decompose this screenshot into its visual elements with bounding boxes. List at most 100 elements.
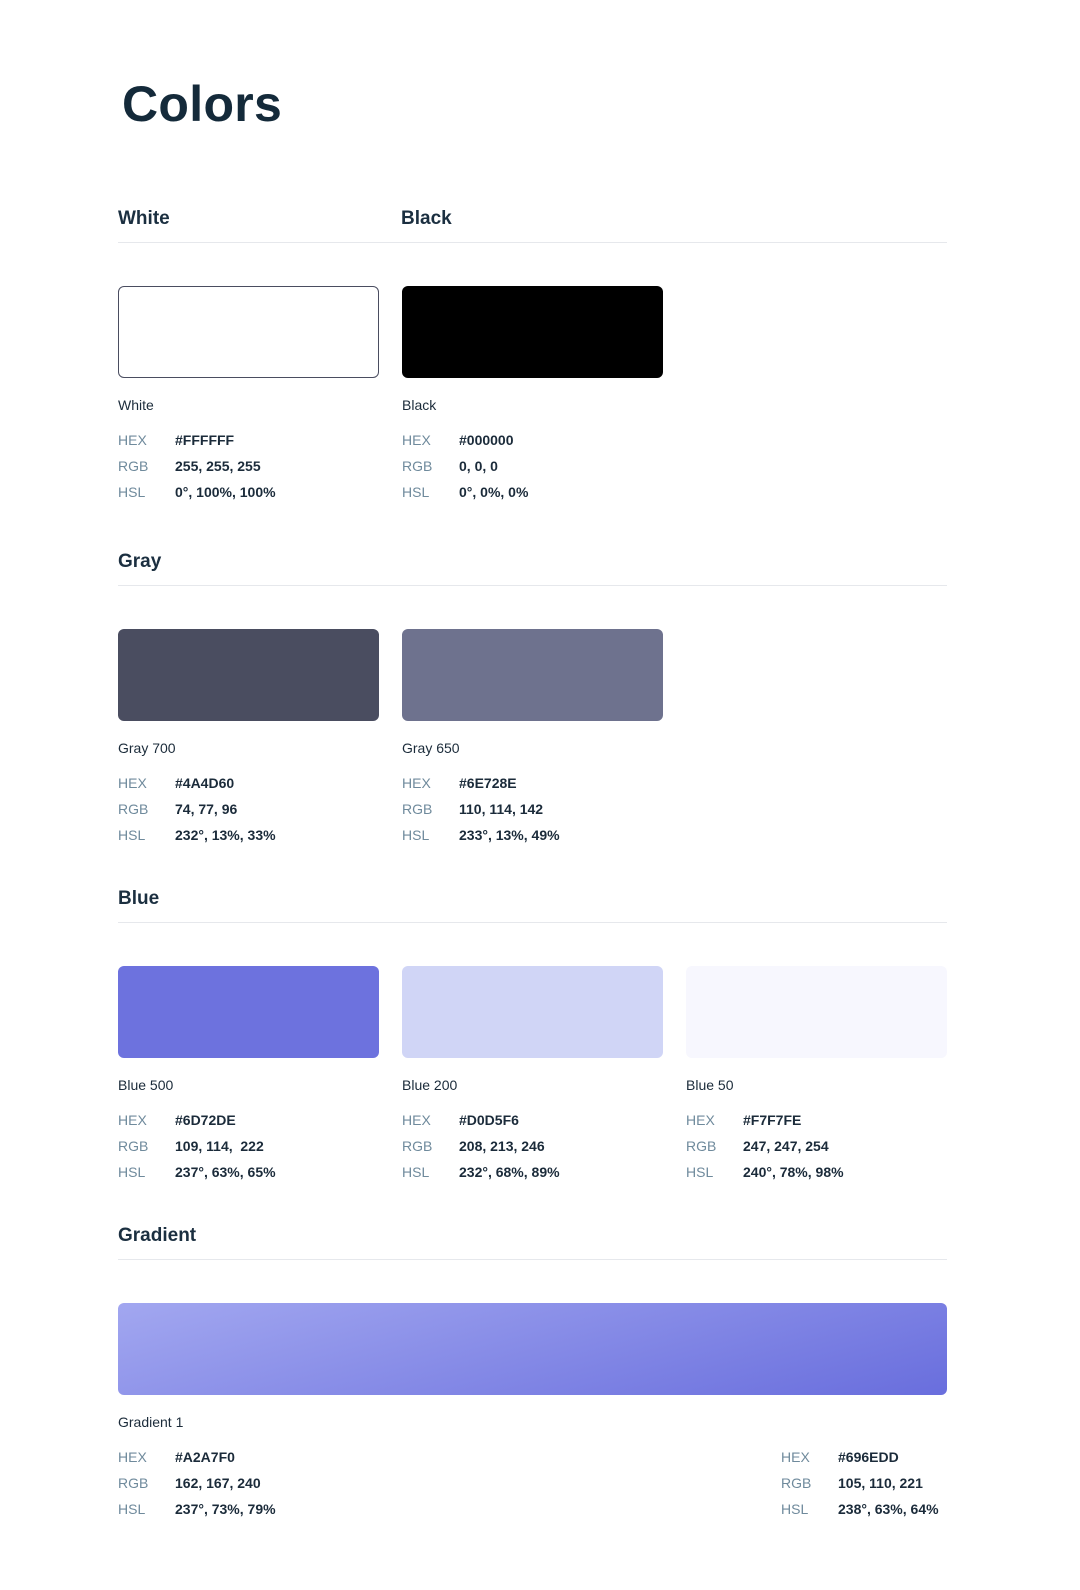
color-specs: HEX #F7F7FE RGB 247, 247, 254 HSL 240°, 78%… [686,1111,947,1189]
hsl-label: HSL [118,1164,146,1180]
rgb-row: RGB 0, 0, 0 [402,457,663,483]
section-header: Gradient [118,1225,947,1303]
color-swatch-white [118,286,379,378]
hex-value: #6E728E [459,775,517,791]
color-card-gray-700: Gray 700 HEX #4A4D60 RGB 74, 77, 96 HSL 232… [118,629,379,852]
gradient-swatch [118,1303,947,1395]
hex-row: HEX #000000 [402,431,663,457]
color-swatch-gray-700 [118,629,379,721]
color-swatch-blue-200 [402,966,663,1058]
gradient-name: Gradient 1 [118,1414,184,1430]
hsl-label: HSL [781,1501,809,1517]
hex-label: HEX [402,432,431,448]
hsl-row: HSL 237°, 63%, 65% [118,1163,379,1189]
hsl-label: HSL [118,1501,146,1517]
hsl-row: HSL 238°, 63%, 64% [781,1500,939,1526]
swatch-name: Blue 50 [686,1077,734,1093]
rgb-row: RGB 255, 255, 255 [118,457,379,483]
gradient-end-specs: HEX #696EDD RGB 105, 110, 221 HSL 238°, 63%… [781,1448,939,1526]
rgb-value: 110, 114, 142 [459,801,544,817]
section-title-blue: Blue [118,888,160,909]
color-specs: HEX #6E728E RGB 110, 114, 142 HSL 233°, 13%… [402,774,663,852]
rgb-label: RGB [118,1138,149,1154]
rgb-row: RGB 162, 167, 240 [118,1474,276,1500]
gradient-start-specs: HEX #A2A7F0 RGB 162, 167, 240 HSL 237°, 73%… [118,1448,276,1526]
hex-row: HEX #6E728E [402,774,663,800]
rgb-row: RGB 74, 77, 96 [118,800,379,826]
hex-row: HEX #696EDD [781,1448,939,1474]
section-header: Gray [118,551,947,629]
rgb-label: RGB [686,1138,717,1154]
rgb-label: RGB [118,458,149,474]
hsl-row: HSL 237°, 73%, 79% [118,1500,276,1526]
rgb-row: RGB 109, 114, 222 [118,1137,379,1163]
hex-row: HEX #F7F7FE [686,1111,947,1137]
hsl-label: HSL [402,1164,430,1180]
rgb-label: RGB [402,1138,433,1154]
hex-label: HEX [118,1449,147,1465]
color-specs: HEX #6D72DE RGB 109, 114, 222 HSL 237°, 63%… [118,1111,379,1189]
hex-label: HEX [118,775,147,791]
color-card-blue-50: Blue 50 HEX #F7F7FE RGB 247, 247, 254 HSL 2… [686,966,947,1189]
gradient-specs: HEX #A2A7F0 RGB 162, 167, 240 HSL 237°, 73%… [118,1448,947,1538]
hex-value: #4A4D60 [175,775,235,791]
rgb-value: 255, 255, 255 [175,458,261,474]
hsl-label: HSL [402,484,430,500]
color-card-blue-200: Blue 200 HEX #D0D5F6 RGB 208, 213, 246 HSL… [402,966,663,1189]
hex-value: #A2A7F0 [175,1449,235,1465]
section-header: Blue [118,888,947,966]
page-title: Colors [122,76,283,132]
hsl-row: HSL 232°, 68%, 89% [402,1163,663,1189]
rgb-value: 208, 213, 246 [459,1138,545,1154]
rgb-value: 247, 247, 254 [743,1138,829,1154]
swatch-name: Blue 500 [118,1077,174,1093]
rgb-label: RGB [781,1475,812,1491]
section-divider [118,922,947,923]
rgb-row: RGB 110, 114, 142 [402,800,663,826]
color-card-black: Black HEX #000000 RGB 0, 0, 0 HSL 0°, 0%, 0… [402,286,663,509]
section-gradient: Gradient Gradient 1 HEX #A2A7F0 RGB 162, 1… [118,1225,947,1538]
rgb-row: RGB 247, 247, 254 [686,1137,947,1163]
hex-label: HEX [118,1112,147,1128]
hex-label: HEX [118,432,147,448]
swatch-name: Gray 700 [118,740,176,756]
hsl-value: 237°, 73%, 79% [175,1501,276,1517]
hex-row: HEX #6D72DE [118,1111,379,1137]
color-specs: HEX #4A4D60 RGB 74, 77, 96 HSL 232°, 13%, 3… [118,774,379,852]
hex-value: #F7F7FE [743,1112,802,1128]
rgb-label: RGB [118,1475,149,1491]
swatch-name: White [118,397,154,413]
rgb-value: 74, 77, 96 [175,801,238,817]
section-blue: Blue Blue 500 HEX #6D72DE RGB 109, 114, 22… [118,888,947,1196]
color-swatch-black [402,286,663,378]
color-specs: HEX #D0D5F6 RGB 208, 213, 246 HSL 232°, 68%… [402,1111,663,1189]
section-title-gradient: Gradient [118,1225,197,1246]
rgb-label: RGB [118,801,149,817]
rgb-row: RGB 208, 213, 246 [402,1137,663,1163]
hsl-row: HSL 232°, 13%, 33% [118,826,379,852]
section-divider [118,585,947,586]
color-card-gray-650: Gray 650 HEX #6E728E RGB 110, 114, 142 HSL… [402,629,663,852]
hex-value: #696EDD [838,1449,899,1465]
swatch-name: Blue 200 [402,1077,458,1093]
hex-label: HEX [686,1112,715,1128]
rgb-row: RGB 105, 110, 221 [781,1474,939,1500]
color-card-blue-500: Blue 500 HEX #6D72DE RGB 109, 114, 222 HSL… [118,966,379,1189]
hsl-value: 238°, 63%, 64% [838,1501,939,1517]
hex-value: #FFFFFF [175,432,235,448]
color-specs: HEX #FFFFFF RGB 255, 255, 255 HSL 0°, 100%,… [118,431,379,509]
hsl-value: 232°, 68%, 89% [459,1164,560,1180]
rgb-label: RGB [402,801,433,817]
hsl-value: 237°, 63%, 65% [175,1164,276,1180]
hsl-value: 0°, 0%, 0% [459,484,529,500]
hex-row: HEX #4A4D60 [118,774,379,800]
hex-value: #6D72DE [175,1112,236,1128]
hsl-row: HSL 233°, 13%, 49% [402,826,663,852]
hsl-label: HSL [402,827,430,843]
rgb-value: 105, 110, 221 [838,1475,923,1491]
hex-value: #000000 [459,432,514,448]
swatch-row: White HEX #FFFFFF RGB 255, 255, 255 HSL 0°,… [118,286,947,516]
color-swatch-blue-500 [118,966,379,1058]
swatch-row: Gray 700 HEX #4A4D60 RGB 74, 77, 96 HSL 232… [118,629,947,859]
hex-label: HEX [402,1112,431,1128]
